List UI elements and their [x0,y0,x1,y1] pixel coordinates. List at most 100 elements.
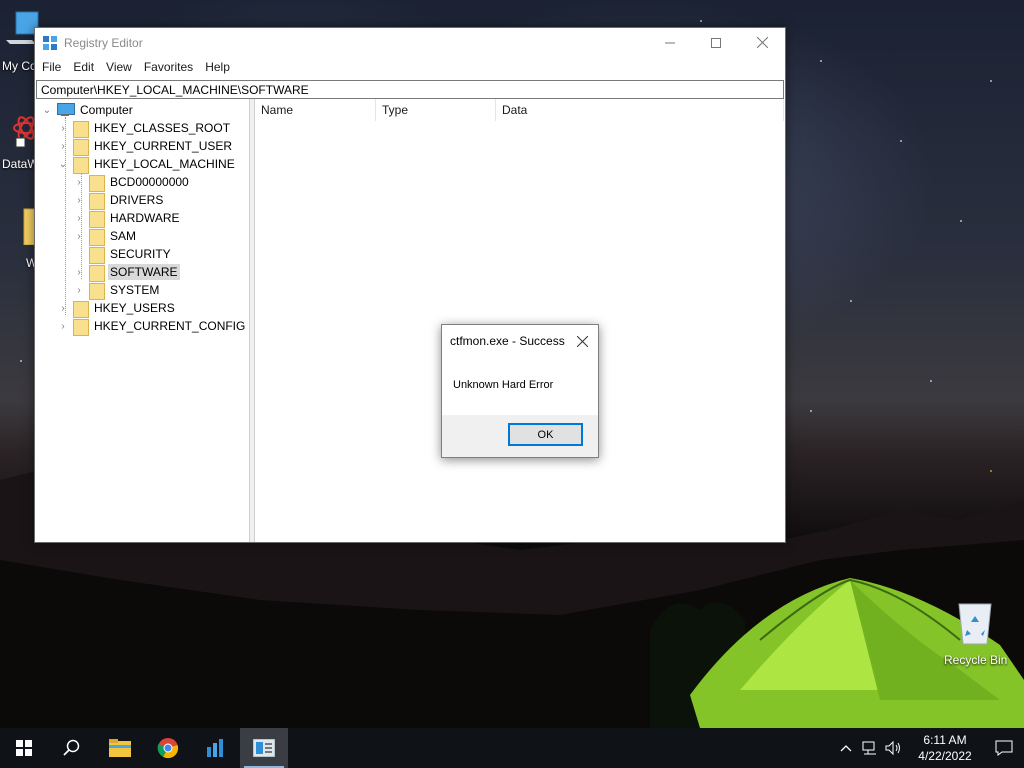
menu-file[interactable]: File [37,60,66,74]
computer-icon [56,102,75,118]
tree-node-label: SECURITY [110,247,171,261]
menu-help[interactable]: Help [200,60,235,74]
tree-node-label: BCD00000000 [110,175,189,189]
network-icon [862,741,876,755]
menu-edit[interactable]: Edit [68,60,99,74]
expand-chevron-icon[interactable]: › [73,284,85,296]
window-controls [647,28,785,57]
chrome-icon [157,738,179,759]
registry-tree[interactable]: ⌄ Computer › HKEY_CLASSES_ROOT › HKEY_CU… [35,99,250,542]
column-header-name[interactable]: Name [255,99,376,121]
folder-icon [72,300,89,318]
expand-chevron-icon[interactable]: › [73,230,85,242]
registry-editor-window[interactable]: Registry Editor File Edit View Favorites… [34,27,786,543]
taskbar-registry-editor[interactable] [240,728,288,768]
column-header-type[interactable]: Type [376,99,496,121]
tree-node-security[interactable]: SECURITY [73,245,173,264]
dialog-title-bar[interactable]: ctfmon.exe - Success [442,325,598,357]
dialog-message: Unknown Hard Error [453,379,554,391]
tree-node-label: HARDWARE [110,211,180,225]
desktop-icon-recycle-bin[interactable]: Recycle Bin [944,600,1008,667]
tree-node-bcd[interactable]: › BCD00000000 [73,173,191,192]
folder-icon [88,174,105,192]
folder-icon [88,246,105,264]
collapse-chevron-icon[interactable]: ⌄ [41,104,53,116]
folder-icon [88,282,105,300]
file-explorer-icon [109,739,131,757]
desktop-icon-label: Recycle Bin [944,653,1008,667]
close-icon [576,335,588,347]
expand-chevron-icon[interactable]: › [73,176,85,188]
notification-icon [995,740,1013,756]
tree-node-sam[interactable]: › SAM [73,227,138,246]
tree-node-hkcr[interactable]: › HKEY_CLASSES_ROOT [57,119,232,138]
registry-editor-icon [43,35,57,50]
star [930,380,932,382]
dialog-title: ctfmon.exe - Success [450,334,565,348]
network-button[interactable] [858,728,882,768]
search-button[interactable] [48,728,96,768]
minimize-button[interactable] [647,28,693,57]
folder-icon [88,192,105,210]
folder-icon [72,120,89,138]
address-text: Computer\HKEY_LOCAL_MACHINE\SOFTWARE [41,82,309,97]
tree-node-label: HKEY_CURRENT_USER [94,139,233,153]
tree-node-system[interactable]: › SYSTEM [73,281,161,300]
tree-node-hku[interactable]: › HKEY_USERS [57,299,177,318]
expand-chevron-icon[interactable]: › [57,140,69,152]
star [850,300,852,302]
expand-chevron-icon[interactable]: › [73,212,85,224]
tree-node-software[interactable]: › SOFTWARE [73,263,180,282]
tree-node-hardware[interactable]: › HARDWARE [73,209,182,228]
close-button[interactable] [739,28,785,57]
taskbar-chrome[interactable] [144,728,192,768]
tree-leaf-connector [73,248,85,260]
menu-bar: File Edit View Favorites Help [35,57,785,77]
tree-node-label: SAM [110,229,137,243]
search-icon [63,739,80,756]
tree-node-computer[interactable]: ⌄ Computer [41,101,135,119]
folder-icon [72,318,89,336]
expand-chevron-icon[interactable]: › [57,320,69,332]
folder-icon [88,264,105,282]
tree-node-label: DRIVERS [110,193,164,207]
tree-node-label: HKEY_USERS [94,301,175,315]
dialog-close-button[interactable] [572,331,592,351]
datawrapper-icon [207,739,223,757]
taskbar-datawrapper[interactable] [192,728,240,768]
system-tray: 6:11 AM 4/22/2022 [834,728,1024,768]
tree-node-hkcu[interactable]: › HKEY_CURRENT_USER [57,137,234,156]
tree-node-hklm[interactable]: ⌄ HKEY_LOCAL_MACHINE [57,155,237,174]
collapse-chevron-icon[interactable]: ⌄ [57,158,69,170]
values-list[interactable]: Name Type Data [255,99,785,542]
tree-node-label: HKEY_CURRENT_CONFIG [94,319,246,333]
expand-chevron-icon[interactable]: › [73,194,85,206]
menu-view[interactable]: View [101,60,137,74]
ok-button[interactable]: OK [508,423,583,446]
column-header-data[interactable]: Data [496,99,784,121]
expand-chevron-icon[interactable]: › [57,302,69,314]
tree-node-hkcc[interactable]: › HKEY_CURRENT_CONFIG [57,317,247,336]
desktop-icon-label: My Co [2,59,37,73]
expand-chevron-icon[interactable]: › [57,122,69,134]
expand-chevron-icon[interactable]: › [73,266,85,278]
action-center-button[interactable] [984,728,1024,768]
taskbar-clock[interactable]: 6:11 AM 4/22/2022 [906,732,984,764]
tree-node-label: SYSTEM [110,283,160,297]
taskbar-file-explorer[interactable] [96,728,144,768]
editor-panes: ⌄ Computer › HKEY_CLASSES_ROOT › HKEY_CU… [35,99,785,542]
dialog-footer: OK [442,415,598,457]
menu-favorites[interactable]: Favorites [139,60,198,74]
volume-button[interactable] [882,728,906,768]
minimize-icon [665,42,675,43]
title-bar[interactable]: Registry Editor [35,28,785,57]
maximize-button[interactable] [693,28,739,57]
tree-node-drivers[interactable]: › DRIVERS [73,191,165,210]
folder-icon [72,156,89,174]
volume-icon [885,741,900,755]
error-dialog[interactable]: ctfmon.exe - Success Unknown Hard Error … [441,324,599,458]
start-button[interactable] [0,728,48,768]
show-hidden-icons-button[interactable] [834,728,858,768]
chevron-up-icon [840,745,852,752]
address-bar[interactable]: Computer\HKEY_LOCAL_MACHINE\SOFTWARE [36,80,784,99]
